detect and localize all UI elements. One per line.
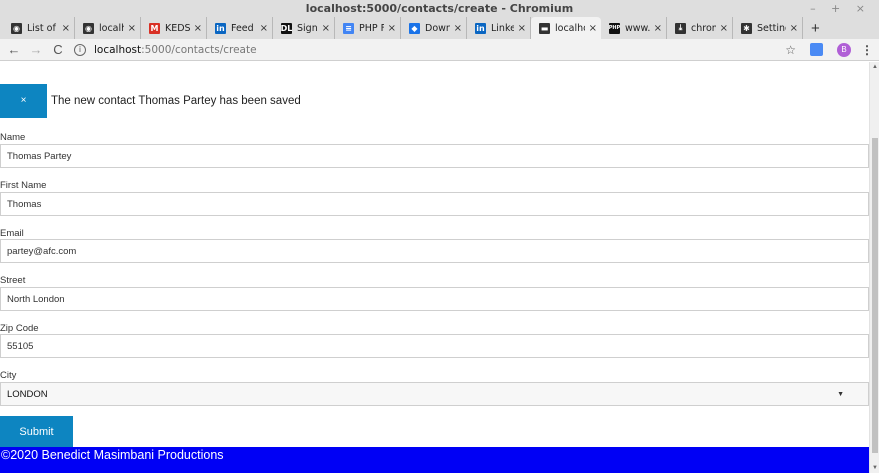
browser-tab[interactable]: ◉ localho × xyxy=(75,17,141,39)
close-icon[interactable]: × xyxy=(128,23,136,34)
tab-strip: ◉List of C×◉localho×MKEDS in×inFeed |×DL… xyxy=(0,17,879,39)
tab-label: localho xyxy=(555,22,585,34)
close-icon[interactable]: × xyxy=(388,23,396,34)
email-input[interactable] xyxy=(0,239,869,263)
close-icon[interactable]: × xyxy=(790,23,798,34)
tab-label: Setting xyxy=(757,22,786,34)
back-icon[interactable]: ← xyxy=(6,42,22,58)
linkedin-icon: in xyxy=(475,22,486,34)
city-select[interactable]: LONDON ▼ xyxy=(0,382,869,406)
browser-tab[interactable]: ≡ PHP Fu × xyxy=(335,17,401,39)
page-scrollbar[interactable]: ▲ ▼ xyxy=(869,62,879,473)
dl-icon: DL xyxy=(280,22,293,34)
first-name-label: First Name xyxy=(0,180,47,191)
gmail-icon: M xyxy=(149,22,160,34)
bookmark-star-icon[interactable]: ☆ xyxy=(785,43,796,57)
profile-avatar[interactable]: B xyxy=(837,42,851,57)
city-selected-value: LONDON xyxy=(7,388,48,400)
window-title: localhost:5000/contacts/create - Chromiu… xyxy=(305,2,574,15)
window-titlebar: localhost:5000/contacts/create - Chromiu… xyxy=(0,0,879,17)
tab-label: Feed | xyxy=(231,22,256,34)
tab-label: Signup xyxy=(297,22,318,34)
tab-label: KEDS in xyxy=(165,22,190,34)
close-icon[interactable]: × xyxy=(194,23,202,34)
reload-icon[interactable]: C xyxy=(50,42,66,58)
download-icon: ⤓ xyxy=(675,22,686,34)
browser-tab[interactable]: ◉ List of C × xyxy=(3,17,75,39)
close-icon[interactable]: × xyxy=(322,23,330,34)
tab-label: List of C xyxy=(27,22,58,34)
close-icon[interactable]: × xyxy=(454,23,462,34)
alert-message: The new contact Thomas Partey has been s… xyxy=(51,95,301,107)
street-label: Street xyxy=(0,275,26,286)
success-alert: × The new contact Thomas Partey has been… xyxy=(0,84,301,118)
close-icon[interactable]: × xyxy=(589,23,597,34)
zip-code-input[interactable] xyxy=(0,334,869,358)
forward-icon[interactable]: → xyxy=(28,42,44,58)
extension-icon[interactable] xyxy=(810,43,823,56)
page-viewport: × The new contact Thomas Partey has been… xyxy=(0,62,869,473)
name-label: Name xyxy=(0,132,26,143)
footer-text: ©2020 Benedict Masimbani Productions xyxy=(1,448,224,462)
close-icon[interactable]: × xyxy=(518,23,526,34)
tab-label: Downlo xyxy=(425,22,450,34)
submit-button[interactable]: Submit xyxy=(0,416,73,447)
tab-label: Linked xyxy=(491,22,514,34)
globe-icon: ◉ xyxy=(83,22,94,34)
url-path: :5000/contacts/create xyxy=(141,43,257,56)
url-host: localhost xyxy=(94,43,142,56)
close-icon[interactable]: × xyxy=(654,23,662,34)
browser-tab[interactable]: M KEDS in × xyxy=(141,17,207,39)
gear-icon: ✱ xyxy=(741,22,752,34)
docs-icon: ≡ xyxy=(343,22,354,34)
first-name-input[interactable] xyxy=(0,192,869,216)
scroll-down-icon[interactable]: ▼ xyxy=(872,465,878,471)
tab-label: chrom xyxy=(691,22,716,34)
page-footer: ©2020 Benedict Masimbani Productions xyxy=(0,447,869,473)
download-site-icon: ◆ xyxy=(409,22,420,34)
terminal-icon: ▬ xyxy=(539,22,550,34)
browser-tab[interactable]: ✱ Setting × xyxy=(733,17,803,39)
zip-code-label: Zip Code xyxy=(0,323,39,334)
browser-tab[interactable]: in Linked × xyxy=(467,17,531,39)
close-icon[interactable]: × xyxy=(260,23,268,34)
site-info-icon[interactable]: i xyxy=(74,43,86,56)
window-controls[interactable]: – + × xyxy=(810,0,871,17)
browser-tab[interactable]: ⤓ chrom × xyxy=(667,17,733,39)
close-icon[interactable]: × xyxy=(62,23,70,34)
email-label: Email xyxy=(0,228,24,239)
browser-tab[interactable]: in Feed | × xyxy=(207,17,273,39)
chevron-down-icon: ▼ xyxy=(837,390,844,398)
menu-dots-icon[interactable]: ⋮ xyxy=(861,43,873,57)
globe-icon: ◉ xyxy=(11,22,22,34)
scrollbar-thumb[interactable] xyxy=(872,138,878,453)
browser-toolbar: ← → C i localhost:5000/contacts/create ☆… xyxy=(0,39,879,61)
alert-close-button[interactable]: × xyxy=(0,84,47,118)
scroll-up-icon[interactable]: ▲ xyxy=(872,64,878,70)
city-label: City xyxy=(0,370,17,381)
browser-tab[interactable]: ◆ Downlo × xyxy=(401,17,467,39)
browser-tab[interactable]: DL Signup × xyxy=(273,17,335,39)
browser-tab[interactable]: ▬ localho × xyxy=(531,17,601,39)
php-icon: PHP xyxy=(609,22,620,34)
close-icon[interactable]: × xyxy=(720,23,728,34)
address-bar[interactable]: i localhost:5000/contacts/create ☆ xyxy=(74,41,804,59)
browser-tab[interactable]: PHP www.pl × xyxy=(601,17,667,39)
new-tab-button[interactable]: + xyxy=(803,17,828,39)
tab-label: www.pl xyxy=(625,22,650,34)
street-input[interactable] xyxy=(0,287,869,311)
tab-label: PHP Fu xyxy=(359,22,384,34)
tab-label: localho xyxy=(99,22,124,34)
linkedin-icon: in xyxy=(215,22,226,34)
name-input[interactable] xyxy=(0,144,869,168)
